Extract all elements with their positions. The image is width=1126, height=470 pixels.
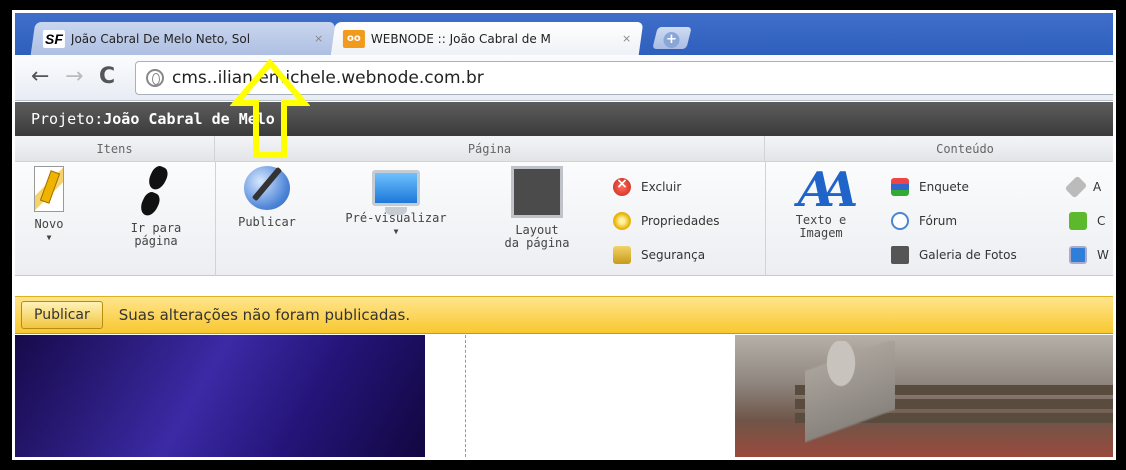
gear-icon xyxy=(613,212,631,230)
forward-button[interactable]: → xyxy=(65,65,83,89)
novo-button[interactable]: Novo ▼ xyxy=(29,166,69,244)
globe-icon xyxy=(146,69,164,87)
seguranca-button[interactable]: Segurança xyxy=(613,238,720,272)
ribbon-divider xyxy=(215,162,216,276)
publicar-button[interactable]: Publicar xyxy=(21,301,103,329)
content-items: Enquete Fórum Galeria de Fotos xyxy=(891,170,1017,272)
tab-joao-cabral[interactable]: SF João Cabral De Melo Neto, Sol × xyxy=(30,22,336,55)
camera-icon xyxy=(891,246,909,264)
group-conteudo: Conteúdo xyxy=(936,142,994,156)
text-image-icon: AA xyxy=(797,162,858,218)
reload-button[interactable]: C xyxy=(99,65,115,89)
layout-da-pagina-button[interactable]: Layout da página xyxy=(477,166,597,250)
footprints-icon xyxy=(136,163,176,219)
layout-icon xyxy=(511,166,563,218)
browser-window: SF João Cabral De Melo Neto, Sol × oo WE… xyxy=(15,13,1113,457)
poll-icon xyxy=(891,178,909,196)
tab-webnode[interactable]: oo WEBNODE :: João Cabral de M × xyxy=(330,22,644,55)
editor-ribbon: Itens Página Conteúdo Novo ▼ Ir para pág… xyxy=(15,136,1113,276)
tab-title: João Cabral De Melo Neto, Sol xyxy=(71,31,251,46)
page-actions: Excluir Propriedades Segurança xyxy=(613,170,720,272)
dropdown-arrow-icon: ▼ xyxy=(46,233,52,242)
texto-e-imagem-button[interactable]: AA Texto e Imagem xyxy=(781,166,861,240)
dropdown-arrow-icon: ▼ xyxy=(393,227,399,236)
globe-pen-icon xyxy=(244,166,290,210)
back-button[interactable]: ← xyxy=(31,65,49,89)
statue-photo xyxy=(735,335,1113,457)
project-prefix: Projeto: xyxy=(31,110,104,128)
webnode-favicon-icon: oo xyxy=(343,29,365,48)
close-icon[interactable]: × xyxy=(622,32,631,45)
column-guide xyxy=(465,335,466,457)
browser-toolbar: ← → C cms..ilian.emichele.webnode.com.br xyxy=(15,55,1113,101)
pencil-icon xyxy=(34,166,64,212)
puzzle-icon xyxy=(1069,212,1087,230)
propriedades-button[interactable]: Propriedades xyxy=(613,204,720,238)
close-icon[interactable]: × xyxy=(314,32,323,45)
publicar-ribbon-button[interactable]: Publicar xyxy=(229,166,305,229)
lock-icon xyxy=(613,246,631,264)
group-itens: Itens xyxy=(15,136,215,162)
enquete-button[interactable]: Enquete xyxy=(891,170,1017,204)
partial-content-items: A C W xyxy=(1064,170,1109,272)
project-bar: Projeto:João Cabral de Melo xyxy=(15,102,1113,136)
ir-para-label: Ir para página xyxy=(130,221,182,248)
layout-label: Layout da página xyxy=(504,223,570,250)
galeria-de-fotos-button[interactable]: Galeria de Fotos xyxy=(891,238,1017,272)
yellow-arrow-annotation xyxy=(230,59,310,158)
partial-item-w[interactable]: W xyxy=(1069,238,1109,272)
delete-icon xyxy=(613,176,631,196)
widget-icon xyxy=(1069,246,1087,264)
unpublished-notification: Publicar Suas alterações não foram publi… xyxy=(15,296,1113,334)
plus-icon: + xyxy=(663,32,680,48)
page-preview xyxy=(15,335,1113,457)
ir-para-pagina-button[interactable]: Ir para página xyxy=(111,163,201,248)
tab-title: WEBNODE :: João Cabral de M xyxy=(371,31,551,46)
sf-favicon-icon: SF xyxy=(43,29,65,48)
forum-button[interactable]: Fórum xyxy=(891,204,1017,238)
pre-visualizar-button[interactable]: Pré-visualizar ▼ xyxy=(331,166,461,238)
statue-shape xyxy=(805,341,895,451)
novo-label: Novo xyxy=(34,217,64,231)
address-text: cms..ilian.emichele.webnode.com.br xyxy=(172,68,484,88)
speech-bubble-icon xyxy=(891,212,909,230)
partial-item-c[interactable]: C xyxy=(1069,204,1109,238)
excluir-button[interactable]: Excluir xyxy=(613,170,720,204)
ribbon-group-headers: Itens Página Conteúdo xyxy=(15,136,1113,162)
paperclip-icon xyxy=(1064,175,1088,199)
screenshot-frame: SF João Cabral De Melo Neto, Sol × oo WE… xyxy=(12,10,1116,460)
monitor-icon xyxy=(372,170,420,215)
purple-header-image xyxy=(15,335,425,457)
ribbon-divider xyxy=(765,162,766,276)
new-tab-button[interactable]: + xyxy=(652,27,692,49)
texto-imagem-label: Texto e Imagem xyxy=(795,213,847,240)
tab-strip: SF João Cabral De Melo Neto, Sol × oo WE… xyxy=(15,13,1113,55)
publicar-label: Publicar xyxy=(238,215,296,229)
partial-item-a[interactable]: A xyxy=(1064,170,1109,204)
notification-message: Suas alterações não foram publicadas. xyxy=(118,306,411,324)
